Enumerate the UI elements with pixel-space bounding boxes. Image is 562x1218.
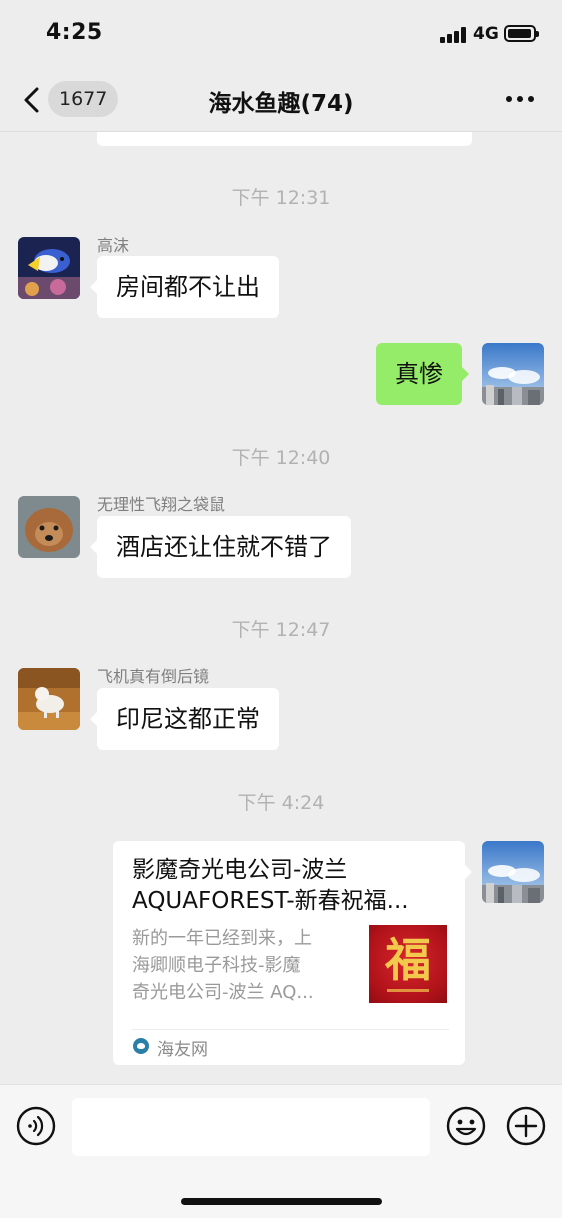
timestamp: 下午 12:47 (231, 619, 331, 641)
link-card-desc-line: 海卿顺电子科技-影魔 (132, 955, 301, 976)
link-card-source: 海友网 (157, 1040, 208, 1060)
message-bubble[interactable]: 印尼这都正常 (90, 688, 279, 750)
self-avatar[interactable] (482, 841, 544, 903)
timestamp: 下午 12:31 (231, 187, 331, 209)
fu-character: 福 (385, 933, 431, 987)
thumbnail-caption-bar (387, 989, 429, 992)
link-card-title-line: AQUAFOREST-新春祝福... (132, 888, 409, 914)
timestamp: 下午 4:24 (237, 792, 325, 814)
link-card-description: 新的一年已经到来，上 海卿顺电子科技-影魔 奇光电公司-波兰 AQ... (132, 925, 354, 1006)
link-card-message[interactable]: 影魔奇光电公司-波兰 AQUAFOREST-新春祝福... 新的一年已经到来，上… (113, 841, 472, 1065)
sender-name: 高沫 (97, 236, 130, 255)
link-card-desc-line: 奇光电公司-波兰 AQ... (132, 982, 314, 1003)
self-message-bubble[interactable]: 真惨 (376, 343, 469, 405)
avatar-gaomo[interactable] (18, 237, 80, 299)
add-attachment-icon[interactable] (506, 1106, 546, 1146)
signal-strength-icon (440, 27, 467, 43)
self-avatar[interactable] (482, 343, 544, 405)
chat-header: 1677 海水鱼趣(74) (0, 68, 562, 132)
link-card-divider (132, 1029, 449, 1030)
more-options-icon[interactable] (504, 96, 536, 104)
link-card-thumbnail: 福 (369, 925, 447, 1003)
sender-name: 无理性飞翔之袋鼠 (97, 495, 226, 514)
network-type: 4G (473, 24, 499, 44)
sender-name: 飞机真有倒后镜 (97, 667, 210, 686)
emoji-icon[interactable] (446, 1106, 486, 1146)
message-bubble[interactable]: 酒店还让住就不错了 (90, 516, 351, 578)
chat-message-list[interactable]: 下午 12:31 高沫 房间都不让出 真惨 下午 12:40 无理性飞翔之袋鼠 … (0, 0, 562, 1084)
voice-input-icon[interactable] (16, 1106, 56, 1146)
home-indicator[interactable] (181, 1198, 382, 1205)
link-card-title-line: 影魔奇光电公司-波兰 (132, 857, 348, 883)
battery-icon (504, 25, 539, 42)
source-logo-icon (133, 1038, 149, 1054)
link-card-desc-line: 新的一年已经到来，上 (132, 928, 312, 949)
timestamp: 下午 12:40 (231, 447, 331, 469)
status-bar: 4:25 4G (0, 0, 562, 68)
avatar-mirror-user[interactable] (18, 668, 80, 730)
avatar-kangaroo-user[interactable] (18, 496, 80, 558)
status-time: 4:25 (46, 20, 103, 45)
message-bubble[interactable]: 房间都不让出 (90, 256, 279, 318)
message-text-input[interactable] (72, 1098, 430, 1156)
chat-title: 海水鱼趣(74) (208, 91, 354, 117)
link-card-title: 影魔奇光电公司-波兰 AQUAFOREST-新春祝福... (132, 855, 450, 917)
